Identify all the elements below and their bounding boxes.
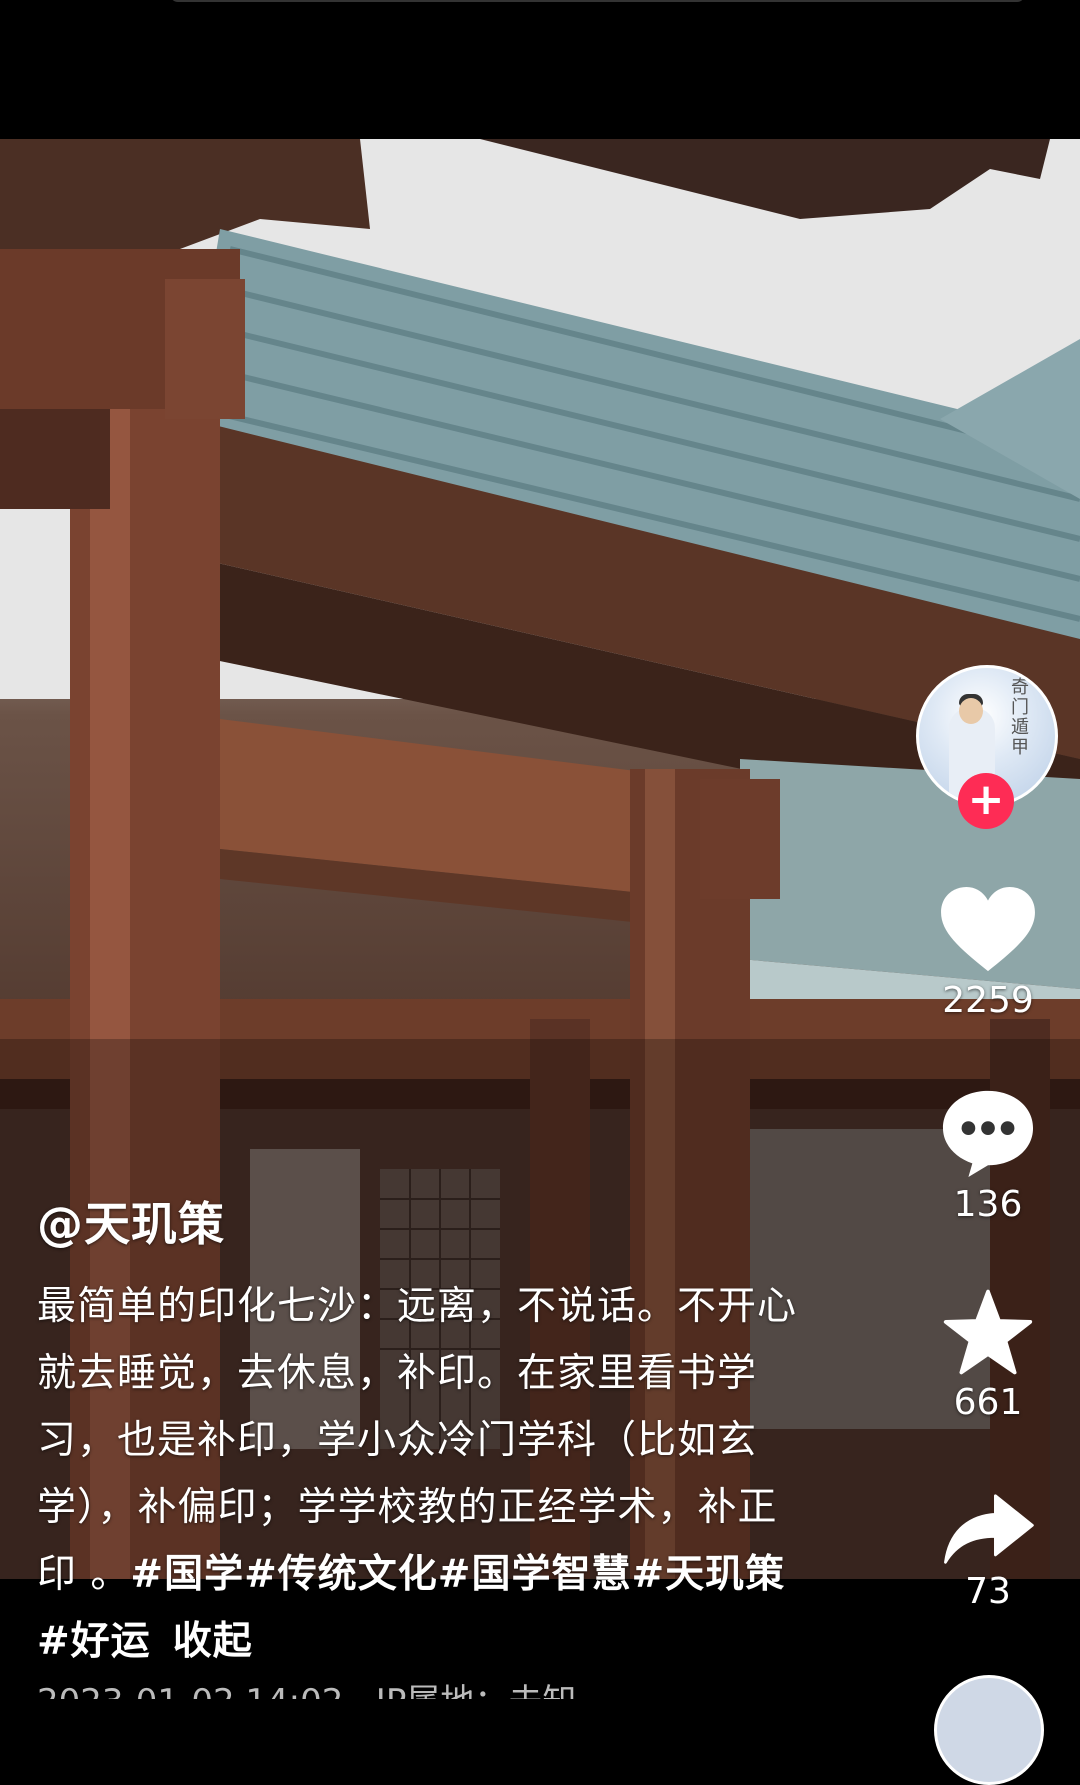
- status-area: [0, 0, 1080, 139]
- publish-info: 2023-01-02 14:02 · IP属地：未知: [37, 1682, 637, 1699]
- share-arrow-icon[interactable]: [926, 1492, 1050, 1566]
- favorite-action[interactable]: 661: [926, 1287, 1050, 1423]
- author-avatar-button[interactable]: 奇门遁甲 +: [916, 665, 1058, 829]
- caption-text: 最简单的印化七沙：远离，不说话。不开心就去睡觉，去休息，补印。在家里看书学习，也…: [37, 1284, 798, 1597]
- share-count: 73: [965, 1571, 1011, 1612]
- like-action[interactable]: 2259: [926, 885, 1050, 1021]
- star-icon[interactable]: [926, 1287, 1050, 1377]
- like-count: 2259: [942, 980, 1034, 1021]
- hashtags[interactable]: #国学#传统文化#国学智慧#天玑策#好运: [37, 1552, 785, 1664]
- comment-action[interactable]: 136: [926, 1087, 1050, 1225]
- comment-bubble-icon[interactable]: [926, 1087, 1050, 1179]
- music-disc-avatar[interactable]: [934, 1675, 1044, 1785]
- favorite-count: 661: [953, 1382, 1023, 1423]
- avatar-calligraphy: 奇门遁甲: [1011, 677, 1029, 758]
- notch-bar: [170, 0, 1025, 2]
- share-action[interactable]: 73: [926, 1492, 1050, 1612]
- follow-button[interactable]: +: [958, 773, 1014, 829]
- heart-icon[interactable]: [926, 885, 1050, 975]
- collapse-caption-button[interactable]: 收起: [173, 1619, 253, 1664]
- comment-count: 136: [953, 1184, 1023, 1225]
- avatar-head: [959, 698, 983, 724]
- author-username[interactable]: @天玑策: [37, 1188, 225, 1254]
- video-caption: 最简单的印化七沙：远离，不说话。不开心就去睡觉，去休息，补印。在家里看书学习，也…: [37, 1273, 807, 1675]
